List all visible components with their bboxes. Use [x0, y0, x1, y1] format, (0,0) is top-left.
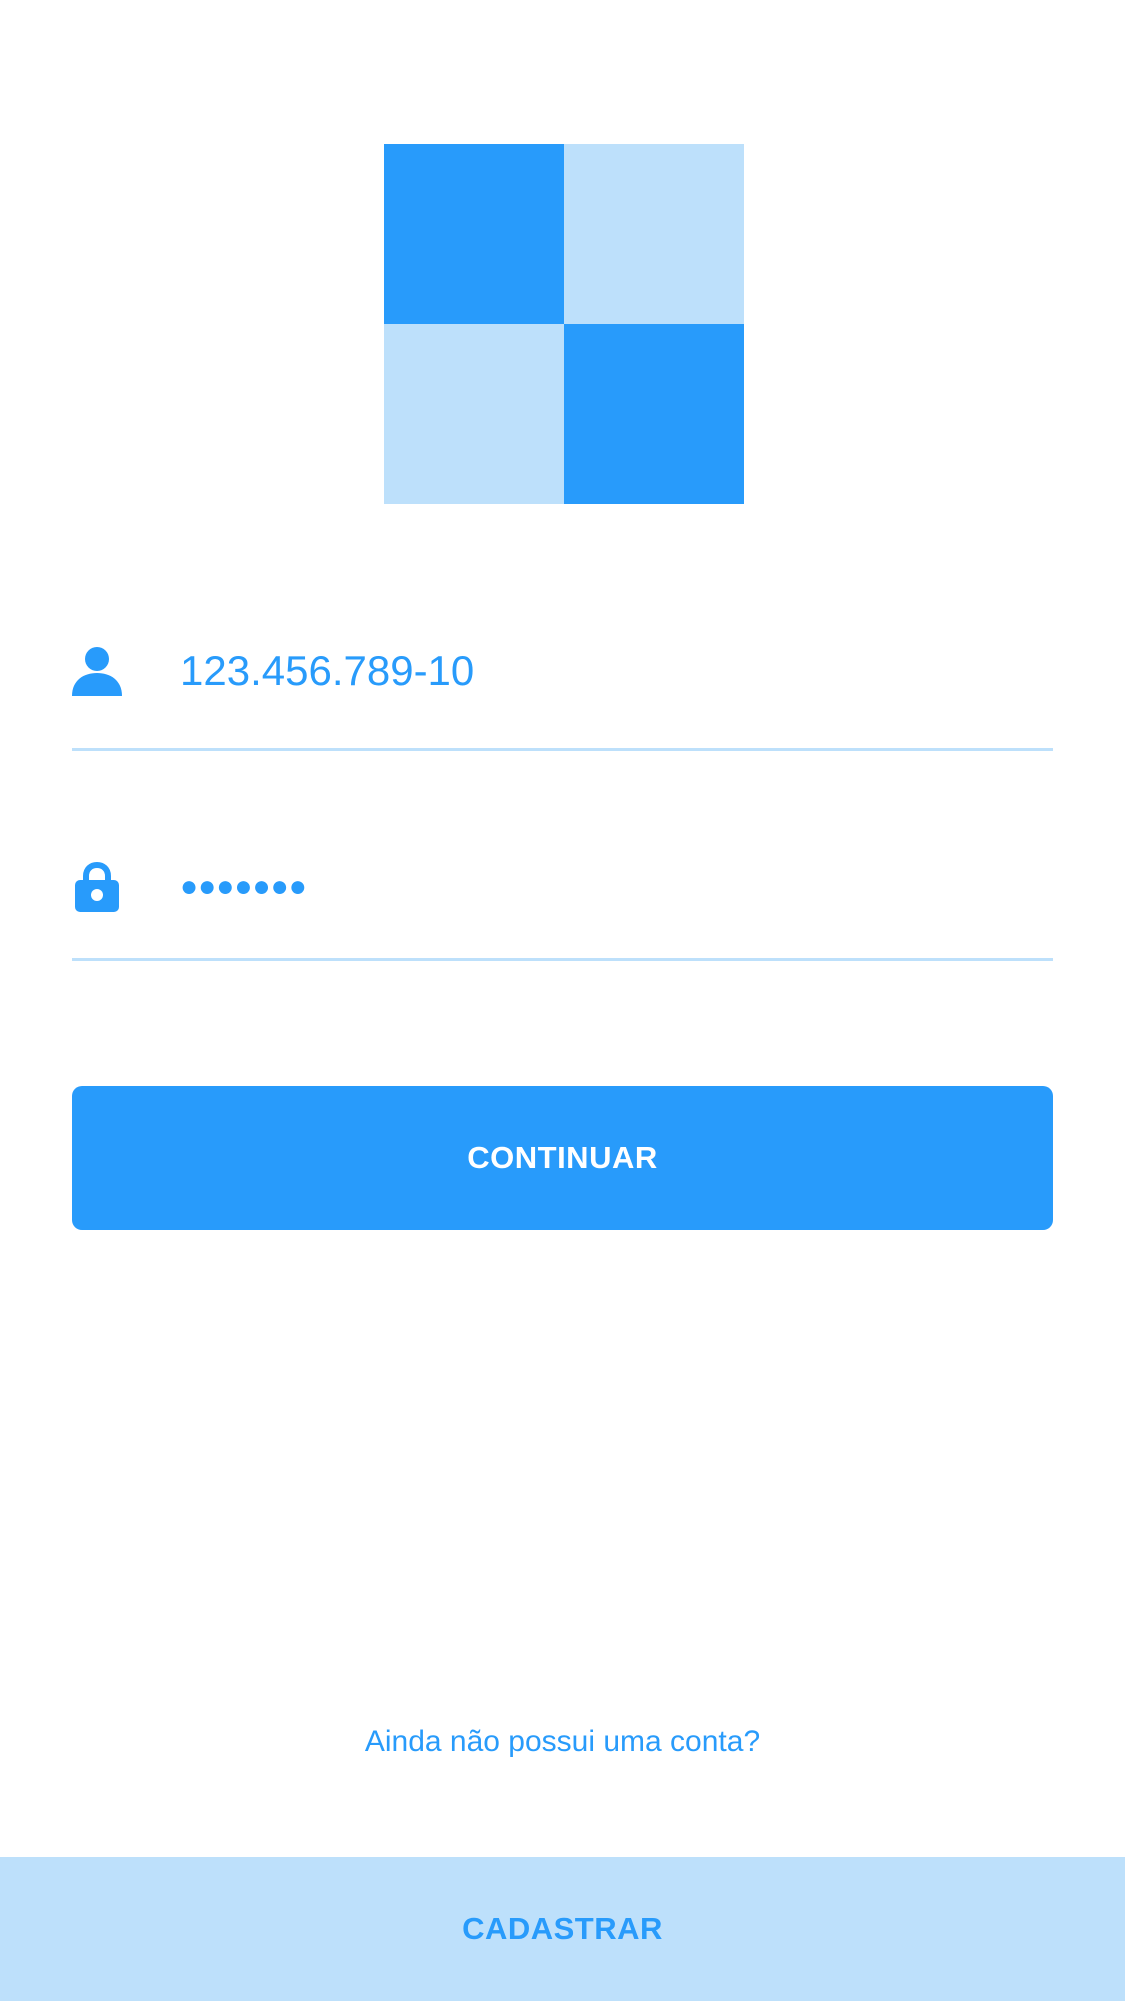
logo-square-bottom-right [564, 324, 744, 504]
logo-square-top-left [384, 144, 564, 324]
logo-square-bottom-left [384, 324, 564, 504]
password-input[interactable]: ●●●●●●● [180, 862, 307, 912]
password-field[interactable]: ●●●●●●● [72, 818, 1053, 961]
person-icon [72, 646, 122, 696]
no-account-link[interactable]: Ainda não possui uma conta? [0, 1720, 1125, 1764]
app-logo [384, 144, 744, 504]
lock-icon [72, 861, 122, 912]
register-button[interactable]: CADASTRAR [0, 1857, 1125, 2001]
username-input[interactable]: 123.456.789-10 [180, 646, 474, 696]
continue-button[interactable]: CONTINUAR [72, 1086, 1053, 1230]
logo-square-top-right [564, 144, 744, 324]
username-field[interactable]: 123.456.789-10 [72, 608, 1053, 751]
